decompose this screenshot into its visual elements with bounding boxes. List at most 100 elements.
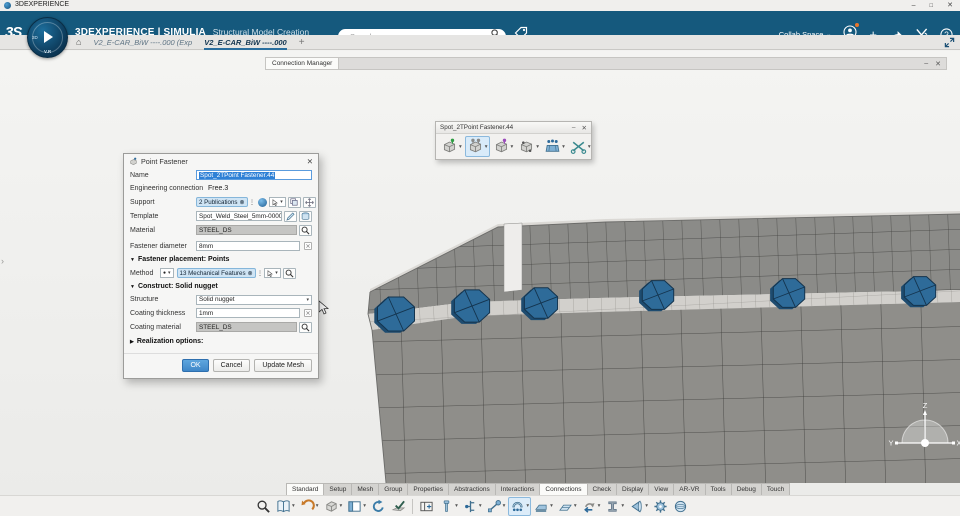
- undo-button[interactable]: ▾: [298, 497, 321, 516]
- zoom-button[interactable]: [254, 497, 273, 516]
- ribbon-tab-view[interactable]: View: [648, 483, 674, 495]
- chevron-down-icon[interactable]: ▾: [536, 144, 539, 150]
- seam-fastener-button[interactable]: ▾: [532, 497, 555, 516]
- sphere-button[interactable]: [671, 497, 690, 516]
- update-mesh-button[interactable]: Update Mesh: [254, 359, 312, 372]
- ibeam-button[interactable]: ▾: [603, 497, 626, 516]
- ribbon-tab-ar-vr[interactable]: AR-VR: [673, 483, 705, 495]
- fastener-palette-minimize-button[interactable]: –: [572, 124, 576, 131]
- chevron-down-icon[interactable]: ▾: [292, 503, 295, 509]
- window-maximize-button[interactable]: □: [930, 3, 934, 9]
- ribbon-tab-touch[interactable]: Touch: [761, 483, 790, 495]
- template-catalog-button[interactable]: [299, 211, 312, 222]
- ribbon-tab-group[interactable]: Group: [378, 483, 408, 495]
- cube-pin-green-button[interactable]: ▾: [439, 136, 464, 157]
- method-selection-combo[interactable]: ▾: [264, 268, 281, 278]
- ribbon-tab-connections[interactable]: Connections: [539, 483, 587, 495]
- support-selection-combo[interactable]: ▾: [269, 197, 286, 207]
- dialog-close-icon[interactable]: ✕: [307, 157, 313, 166]
- method-search-button[interactable]: [283, 268, 296, 279]
- cancel-button[interactable]: Cancel: [213, 359, 251, 372]
- left-panel-expander[interactable]: ›: [1, 256, 4, 266]
- ribbon-tab-setup[interactable]: Setup: [323, 483, 352, 495]
- bolt-button[interactable]: ▾: [437, 497, 460, 516]
- ribbon-tab-mesh[interactable]: Mesh: [351, 483, 379, 495]
- name-field[interactable]: Spot_2TPoint Fastener.44: [196, 170, 312, 180]
- cone-button[interactable]: ▾: [627, 497, 650, 516]
- ribbon-tab-properties[interactable]: Properties: [407, 483, 449, 495]
- mesh-model[interactable]: Z Y X: [358, 210, 960, 483]
- ribbon-tab-check[interactable]: Check: [587, 483, 617, 495]
- chevron-down-icon[interactable]: ▾: [550, 503, 553, 509]
- chevron-down-icon[interactable]: ▾: [459, 144, 462, 150]
- chevron-down-icon[interactable]: ▾: [562, 144, 565, 150]
- new-tab-button[interactable]: +: [299, 37, 305, 48]
- swap-fastener-button[interactable]: ▾: [580, 497, 603, 516]
- reframe-support-button[interactable]: [303, 197, 316, 208]
- connection-manager-close-button[interactable]: ✕: [935, 60, 941, 68]
- 3dcompass-widget[interactable]: 3D V.R: [27, 17, 68, 58]
- ribbon-tab-abstractions[interactable]: Abstractions: [448, 483, 496, 495]
- cube-pin-gray-button[interactable]: ▾: [465, 136, 490, 157]
- solid-button[interactable]: ▾: [322, 497, 345, 516]
- placement-section-header[interactable]: ▼ Fastener placement: Points: [124, 253, 318, 266]
- method-chip[interactable]: 13 Mechanical Features ⊗: [177, 268, 256, 278]
- 3d-viewport[interactable]: ›: [0, 51, 960, 495]
- ribbon-tab-display[interactable]: Display: [616, 483, 649, 495]
- chevron-down-icon[interactable]: ▾: [485, 144, 488, 150]
- connection-manager-tab[interactable]: Connection Manager: [266, 58, 339, 69]
- chevron-down-icon[interactable]: ▾: [526, 503, 529, 509]
- formula-toggle-icon[interactable]: [304, 242, 312, 250]
- manager-button[interactable]: ▾: [461, 497, 484, 516]
- chevron-down-icon[interactable]: ▾: [645, 503, 648, 509]
- coating-material-field[interactable]: STEEL_DS: [196, 322, 297, 332]
- table-dots-button[interactable]: ▾: [542, 136, 567, 157]
- chevron-down-icon[interactable]: ▾: [588, 144, 591, 150]
- method-menu-icon[interactable]: ⋮: [257, 269, 264, 277]
- ribbon-tab-tools[interactable]: Tools: [705, 483, 732, 495]
- validate-button[interactable]: [389, 497, 408, 516]
- cube-dots-button[interactable]: ▾: [516, 136, 541, 157]
- chevron-down-icon[interactable]: ▾: [511, 144, 514, 150]
- coating-material-search-button[interactable]: [299, 322, 312, 333]
- tab-background-document[interactable]: V2_E-CAR_BiW ----.000 (Exp: [93, 35, 192, 50]
- window-minimize-button[interactable]: –: [912, 2, 916, 9]
- support-chip[interactable]: 2 Publications ⊗: [196, 197, 248, 207]
- chevron-down-icon[interactable]: ▾: [316, 503, 319, 509]
- chevron-down-icon[interactable]: ▾: [363, 503, 366, 509]
- table-button[interactable]: ▾: [345, 497, 368, 516]
- fastener-palette-close-button[interactable]: ✕: [582, 124, 587, 132]
- chevron-down-icon[interactable]: ▾: [479, 503, 482, 509]
- home-icon[interactable]: ⌂: [76, 38, 81, 47]
- chevron-down-icon[interactable]: ▾: [621, 503, 624, 509]
- material-field[interactable]: STEEL_DS: [196, 225, 297, 235]
- scissors-button[interactable]: ▾: [568, 136, 593, 157]
- gear-button[interactable]: [651, 497, 670, 516]
- template-field[interactable]: Spot_Weld_Steel_5mm-00000158: [196, 211, 282, 221]
- chip-close-icon[interactable]: ⊗: [240, 199, 245, 206]
- surface-fastener-button[interactable]: ▾: [556, 497, 579, 516]
- point-fastener-button[interactable]: ▾: [508, 497, 531, 516]
- chevron-down-icon[interactable]: ▾: [598, 503, 601, 509]
- window-close-button[interactable]: ✕: [947, 2, 953, 9]
- connection-manager-minimize-button[interactable]: –: [924, 60, 928, 68]
- ribbon-tab-standard[interactable]: Standard: [286, 483, 324, 495]
- tab-active-document[interactable]: V2_E-CAR_BiW ----.000: [204, 35, 287, 50]
- chevron-down-icon[interactable]: ▾: [455, 503, 458, 509]
- fastener-diameter-field[interactable]: 8mm: [196, 241, 300, 251]
- chevron-down-icon[interactable]: ▾: [574, 503, 577, 509]
- chevron-down-icon[interactable]: ▾: [340, 503, 343, 509]
- support-menu-icon[interactable]: ⋮: [249, 198, 256, 206]
- construct-section-header[interactable]: ▼ Construct: Solid nugget: [124, 280, 318, 293]
- ok-button[interactable]: OK: [182, 359, 208, 372]
- ribbon-tab-debug[interactable]: Debug: [731, 483, 762, 495]
- structure-select[interactable]: Solid nugget ▾: [196, 295, 312, 305]
- material-search-button[interactable]: [299, 225, 312, 236]
- refresh-button[interactable]: [369, 497, 388, 516]
- cube-pin-purple-button[interactable]: ▾: [491, 136, 516, 157]
- coating-thickness-field[interactable]: 1mm: [196, 308, 300, 318]
- dialog-titlebar[interactable]: Point Fastener ✕: [124, 154, 318, 168]
- point-link-button[interactable]: ▾: [485, 497, 508, 516]
- ribbon-tab-interactions[interactable]: Interactions: [495, 483, 541, 495]
- catalog-button[interactable]: ▾: [274, 497, 297, 516]
